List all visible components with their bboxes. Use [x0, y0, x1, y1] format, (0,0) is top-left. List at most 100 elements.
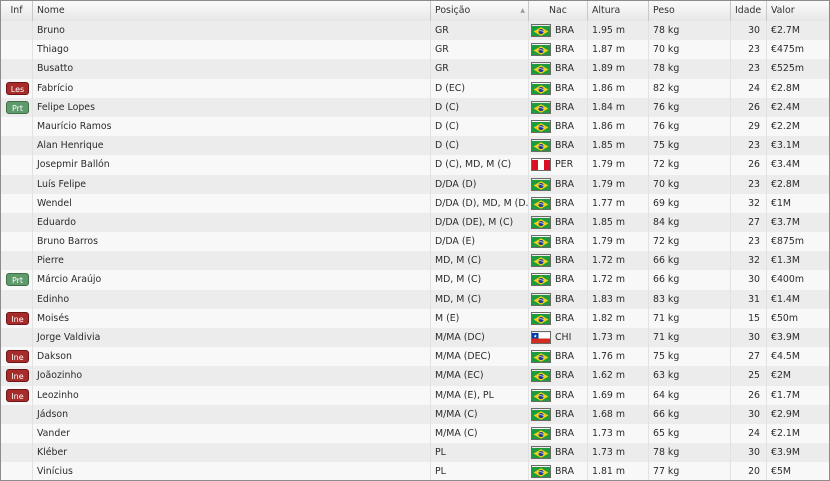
brazil-flag-icon[interactable]	[531, 388, 551, 402]
brazil-flag-icon[interactable]	[531, 311, 551, 325]
status-badge[interactable]: Prt	[6, 273, 29, 287]
player-name[interactable]: Josepmir Ballón	[33, 155, 431, 175]
inf-cell	[1, 116, 33, 137]
status-badge[interactable]: Ine	[6, 369, 29, 383]
table-row[interactable]: Ine Moisés M (E) BRA 1.82 m 71 kg 15 €50…	[1, 308, 829, 328]
table-row[interactable]: Bruno GR BRA 1.95 m 78 kg 30 €2.7M	[1, 21, 829, 41]
nationality-cell: BRA	[529, 212, 588, 233]
table-row[interactable]: Pierre MD, M (C) BRA 1.72 m 66 kg 32 €1.…	[1, 251, 829, 271]
player-name[interactable]: Leozinho	[33, 385, 431, 405]
header-nome[interactable]: Nome	[33, 1, 431, 21]
nationality-cell: BRA	[529, 366, 588, 386]
brazil-flag-icon[interactable]	[531, 100, 551, 114]
brazil-flag-icon[interactable]	[531, 119, 551, 133]
player-name[interactable]: Edinho	[33, 289, 431, 309]
brazil-flag-icon[interactable]	[531, 43, 551, 57]
status-badge[interactable]: Ine	[6, 350, 29, 364]
player-name[interactable]: Vander	[33, 423, 431, 444]
table-row[interactable]: Prt Felipe Lopes D (C) BRA 1.84 m 76 kg …	[1, 97, 829, 117]
status-badge[interactable]: Ine	[6, 388, 29, 402]
player-name[interactable]: Alan Henrique	[33, 136, 431, 156]
brazil-flag-icon[interactable]	[531, 24, 551, 37]
player-weight: 66 kg	[649, 270, 731, 290]
header-peso[interactable]: Peso	[649, 1, 731, 21]
player-age: 30	[731, 270, 767, 290]
brazil-flag-icon[interactable]	[531, 81, 551, 95]
peru-flag-icon[interactable]	[531, 158, 551, 172]
player-name[interactable]: Márcio Araújo	[33, 270, 431, 290]
brazil-flag-icon[interactable]	[531, 196, 551, 210]
table-row[interactable]: Thiago GR BRA 1.87 m 70 kg 23 €475m	[1, 40, 829, 60]
player-name[interactable]: Dakson	[33, 347, 431, 367]
status-badge[interactable]: Les	[6, 81, 29, 95]
brazil-flag-icon[interactable]	[531, 254, 551, 268]
player-name[interactable]: Jádson	[33, 404, 431, 424]
status-badge[interactable]: Ine	[6, 311, 29, 325]
table-row[interactable]: Prt Márcio Araújo MD, M (C) BRA 1.72 m 6…	[1, 270, 829, 290]
table-row[interactable]: Eduardo D/DA (DE), M (C) BRA 1.85 m 84 k…	[1, 212, 829, 233]
brazil-flag-icon[interactable]	[531, 407, 551, 421]
player-name[interactable]: Moisés	[33, 308, 431, 328]
table-row[interactable]: Ine Joãozinho M/MA (EC) BRA 1.62 m 63 kg…	[1, 366, 829, 386]
player-name[interactable]: Kléber	[33, 443, 431, 463]
chile-flag-icon[interactable]	[531, 331, 551, 344]
player-weight: 78 kg	[649, 443, 731, 463]
table-row[interactable]: Luís Felipe D/DA (D) BRA 1.79 m 70 kg 23…	[1, 174, 829, 194]
brazil-flag-icon[interactable]	[531, 235, 551, 249]
player-weight: 66 kg	[649, 404, 731, 424]
player-value: €2.1M	[771, 427, 800, 439]
status-badge[interactable]: Prt	[6, 100, 29, 114]
brazil-flag-icon[interactable]	[531, 465, 551, 479]
brazil-flag-icon[interactable]	[531, 350, 551, 364]
table-row[interactable]: Les Fabrício D (EC) BRA 1.86 m 82 kg 24 …	[1, 78, 829, 98]
header-posicao[interactable]: Posição ▲	[431, 1, 529, 21]
player-name[interactable]: Bruno	[33, 21, 431, 41]
player-name[interactable]: Luís Felipe	[33, 174, 431, 194]
brazil-flag-icon[interactable]	[531, 62, 551, 76]
player-name[interactable]: Fabrício	[33, 78, 431, 98]
table-row[interactable]: Alan Henrique D (C) BRA 1.85 m 75 kg 23 …	[1, 136, 829, 156]
table-row[interactable]: Wendel D/DA (D), MD, M (D... BRA 1.77 m …	[1, 193, 829, 213]
player-age: 27	[731, 212, 767, 233]
header-nac[interactable]: Nac	[529, 1, 588, 21]
table-row[interactable]: Bruno Barros D/DA (E) BRA 1.79 m 72 kg 2…	[1, 232, 829, 252]
table-row[interactable]: Kléber PL BRA 1.73 m 78 kg 30 €3.9M	[1, 443, 829, 463]
player-name[interactable]: Busatto	[33, 59, 431, 79]
brazil-flag-icon[interactable]	[531, 139, 551, 153]
player-name[interactable]: Joãozinho	[33, 366, 431, 386]
player-name[interactable]: Thiago	[33, 40, 431, 60]
table-row[interactable]: Edinho MD, M (C) BRA 1.83 m 83 kg 31 €1.…	[1, 289, 829, 309]
player-age: 29	[731, 116, 767, 137]
brazil-flag-icon[interactable]	[531, 369, 551, 383]
player-name[interactable]: Vinícius	[33, 462, 431, 480]
player-name[interactable]: Eduardo	[33, 212, 431, 233]
player-height: 1.87 m	[588, 40, 649, 60]
brazil-flag-icon[interactable]	[531, 426, 551, 440]
player-name[interactable]: Wendel	[33, 193, 431, 213]
player-name[interactable]: Jorge Valdivia	[33, 328, 431, 348]
player-name[interactable]: Pierre	[33, 251, 431, 271]
table-row[interactable]: Ine Dakson M/MA (DEC) BRA 1.76 m 75 kg 2…	[1, 347, 829, 367]
brazil-flag-icon[interactable]	[531, 177, 551, 191]
brazil-flag-icon[interactable]	[531, 446, 551, 460]
table-row[interactable]: Ine Leozinho M/MA (E), PL BRA 1.69 m 64 …	[1, 385, 829, 405]
player-name[interactable]: Felipe Lopes	[33, 97, 431, 117]
header-inf[interactable]: Inf	[1, 1, 33, 21]
player-name[interactable]: Bruno Barros	[33, 232, 431, 252]
brazil-flag-icon[interactable]	[531, 215, 551, 229]
table-row[interactable]: Maurício Ramos D (C) BRA 1.86 m 76 kg 29…	[1, 116, 829, 137]
brazil-flag-icon[interactable]	[531, 273, 551, 287]
table-row[interactable]: Josepmir Ballón D (C), MD, M (C) PER 1.7…	[1, 155, 829, 175]
table-row[interactable]: Vinícius PL BRA 1.81 m 77 kg 20 €5M	[1, 462, 829, 480]
player-name[interactable]: Maurício Ramos	[33, 116, 431, 137]
table-row[interactable]: Busatto GR BRA 1.89 m 78 kg 23 €525m	[1, 59, 829, 79]
brazil-flag-icon[interactable]	[531, 292, 551, 306]
header-valor[interactable]: Valor	[767, 1, 829, 21]
player-weight: 75 kg	[649, 136, 731, 156]
table-row[interactable]: Jorge Valdivia M/MA (DC) CHI 1.73 m 71 k…	[1, 328, 829, 348]
table-row[interactable]: Vander M/MA (C) BRA 1.73 m 65 kg 24 €2.1…	[1, 423, 829, 444]
table-row[interactable]: Jádson M/MA (C) BRA 1.68 m 66 kg 30 €2.9…	[1, 404, 829, 424]
header-altura[interactable]: Altura	[588, 1, 649, 21]
header-idade[interactable]: Idade	[731, 1, 767, 21]
player-weight: 72 kg	[649, 155, 731, 175]
